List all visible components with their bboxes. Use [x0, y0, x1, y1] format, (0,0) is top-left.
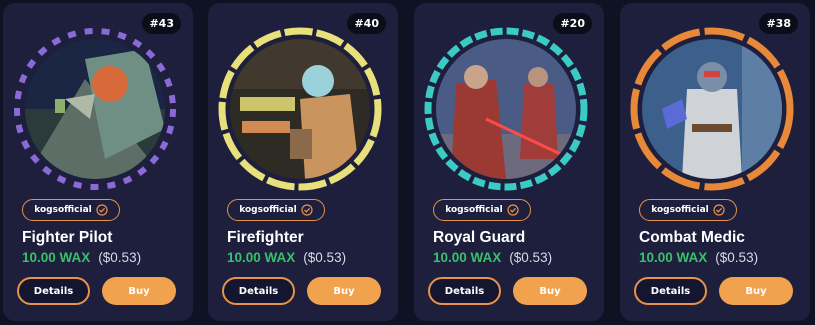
- price-wax: 10.00 WAX: [433, 250, 502, 265]
- price-wax: 10.00 WAX: [22, 250, 91, 265]
- edition-number-badge: #43: [142, 13, 181, 34]
- nft-card[interactable]: #38 kogsofficial Combat Medic 10.00 WAX …: [620, 3, 810, 321]
- nft-name: Combat Medic: [639, 229, 745, 246]
- nft-card-grid: #43 kogsofficial Fighter Pilot 10.00 WAX…: [0, 0, 815, 325]
- nft-artwork-frame[interactable]: [422, 25, 590, 193]
- price-usd: ($0.53): [98, 250, 142, 265]
- price-usd: ($0.53): [715, 250, 759, 265]
- nft-card[interactable]: #40 kogsofficial Firefighter 10.00 WAX (…: [208, 3, 398, 321]
- details-button[interactable]: Details: [17, 277, 90, 305]
- buy-button[interactable]: Buy: [102, 277, 176, 305]
- price-row: 10.00 WAX ($0.53): [227, 250, 346, 265]
- collection-tag[interactable]: kogsofficial: [22, 199, 120, 221]
- price-row: 10.00 WAX ($0.53): [639, 250, 758, 265]
- buy-button[interactable]: Buy: [513, 277, 587, 305]
- nft-artwork: [230, 39, 370, 179]
- verified-check-icon: [713, 204, 725, 216]
- price-wax: 10.00 WAX: [227, 250, 296, 265]
- edition-number-badge: #38: [759, 13, 798, 34]
- buy-button[interactable]: Buy: [307, 277, 381, 305]
- nft-name: Royal Guard: [433, 229, 526, 246]
- details-button[interactable]: Details: [428, 277, 501, 305]
- collection-name: kogsofficial: [239, 205, 297, 215]
- price-row: 10.00 WAX ($0.53): [433, 250, 552, 265]
- nft-artwork: [436, 39, 576, 179]
- edition-number-badge: #20: [553, 13, 592, 34]
- verified-check-icon: [96, 204, 108, 216]
- nft-name: Firefighter: [227, 229, 304, 246]
- nft-card[interactable]: #20 kogsofficial Royal Guard 10.00 WAX (…: [414, 3, 604, 321]
- nft-artwork-frame[interactable]: [628, 25, 796, 193]
- collection-name: kogsofficial: [34, 205, 92, 215]
- edition-number-badge: #40: [347, 13, 386, 34]
- price-usd: ($0.53): [303, 250, 347, 265]
- details-button[interactable]: Details: [222, 277, 295, 305]
- nft-artwork-frame[interactable]: [11, 25, 179, 193]
- collection-tag[interactable]: kogsofficial: [639, 199, 737, 221]
- nft-artwork: [25, 39, 165, 179]
- collection-tag[interactable]: kogsofficial: [433, 199, 531, 221]
- verified-check-icon: [507, 204, 519, 216]
- nft-artwork-frame[interactable]: [216, 25, 384, 193]
- price-usd: ($0.53): [509, 250, 553, 265]
- collection-name: kogsofficial: [651, 205, 709, 215]
- nft-artwork: [642, 39, 782, 179]
- nft-name: Fighter Pilot: [22, 229, 113, 246]
- collection-tag[interactable]: kogsofficial: [227, 199, 325, 221]
- collection-name: kogsofficial: [445, 205, 503, 215]
- price-row: 10.00 WAX ($0.53): [22, 250, 141, 265]
- price-wax: 10.00 WAX: [639, 250, 708, 265]
- details-button[interactable]: Details: [634, 277, 707, 305]
- verified-check-icon: [301, 204, 313, 216]
- buy-button[interactable]: Buy: [719, 277, 793, 305]
- nft-card[interactable]: #43 kogsofficial Fighter Pilot 10.00 WAX…: [3, 3, 193, 321]
